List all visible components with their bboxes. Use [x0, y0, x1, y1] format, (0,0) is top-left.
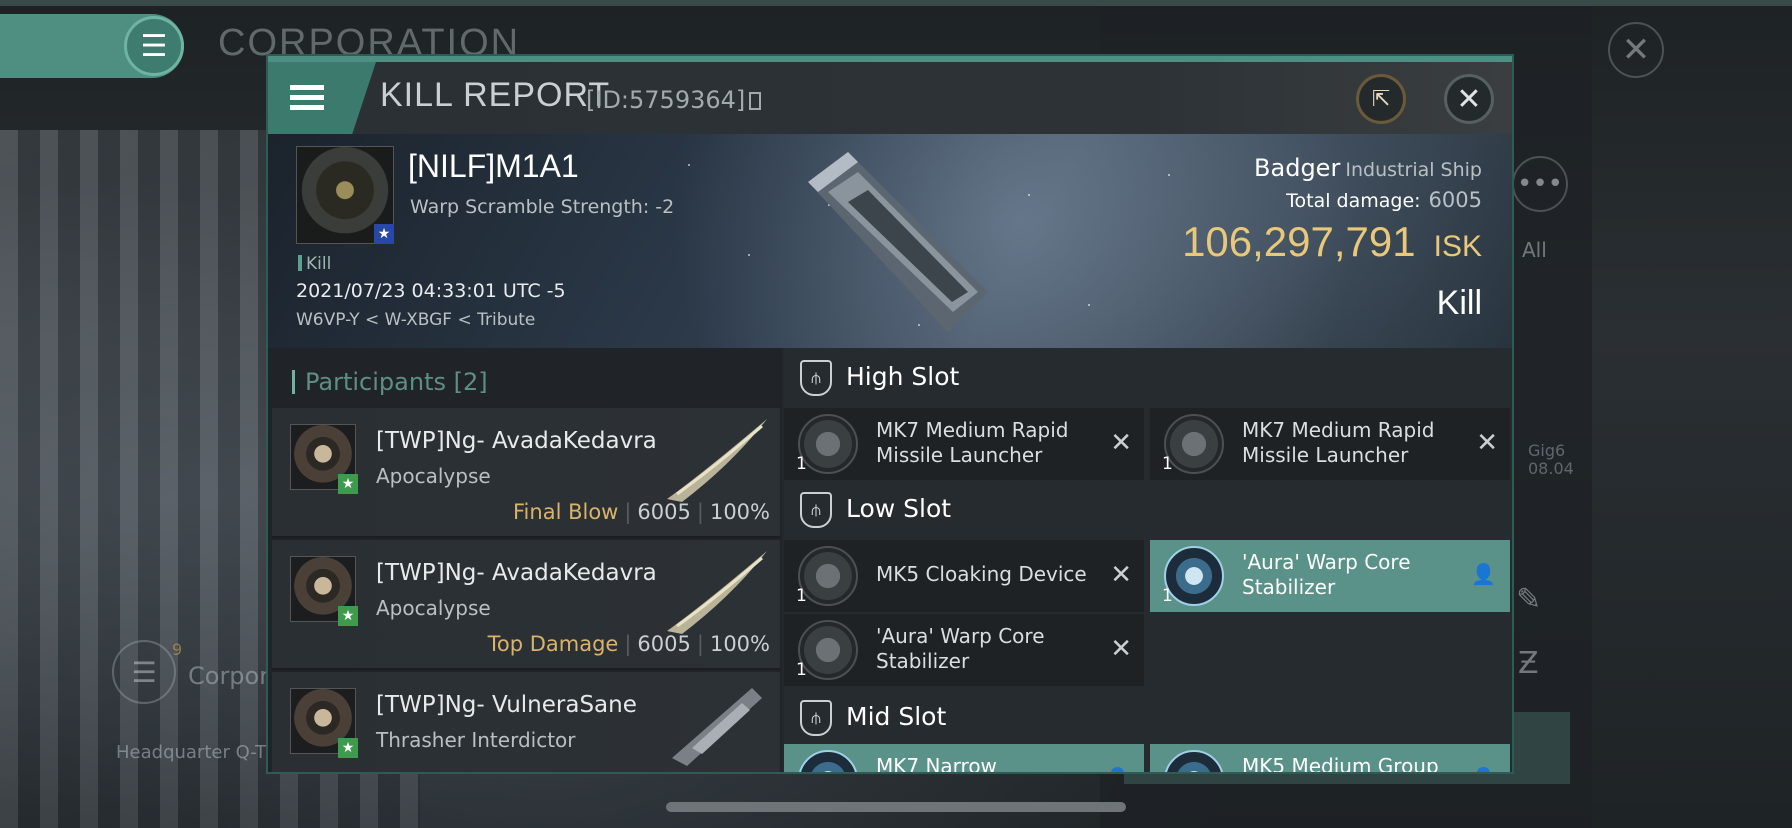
module-item[interactable]: MK5 Medium Group 👤	[1150, 744, 1510, 774]
copy-icon[interactable]	[749, 92, 762, 110]
modal-header: KILL REPORT [ID:5759364] ⇱ ✕	[268, 62, 1512, 134]
participant-ship: Apocalypse	[376, 464, 491, 488]
fitting-slots-panel: ⫛ High Slot 1 MK7 Medium Rapid Missile L…	[784, 348, 1512, 774]
close-icon: ✕	[1456, 81, 1482, 117]
module-quantity: 1	[1162, 586, 1173, 606]
high-slot-title: High Slot	[846, 362, 960, 391]
module-quantity: 1	[796, 454, 807, 474]
module-name: 'Aura' Warp Core Stabilizer	[1242, 550, 1411, 599]
module-icon	[1164, 750, 1224, 772]
participant-name: [TWP]Ng- VulneraSane	[376, 692, 637, 718]
module-name: MK7 Medium Rapid Missile Launcher	[1242, 418, 1435, 467]
warp-scramble-strength: Warp Scramble Strength: -2	[410, 196, 675, 218]
headquarter-label: Headquarter Q-T	[116, 742, 267, 763]
module-name: MK7 Narrow	[876, 754, 997, 774]
isk-value: 106,297,791 ISK	[1182, 218, 1482, 265]
participant-ship-image	[667, 551, 767, 634]
cloaking-device-icon	[798, 546, 858, 606]
participant-ship-image	[667, 419, 767, 502]
module-icon	[798, 750, 858, 772]
kill-tag: Kill	[298, 254, 331, 274]
module-item[interactable]: 1 MK7 Medium Rapid Missile Launcher ✕	[1150, 408, 1510, 480]
sleep-icon[interactable]: Ƶ	[1518, 646, 1539, 681]
low-slot-header: ⫛ Low Slot	[784, 480, 1512, 540]
module-name: 'Aura' Warp Core Stabilizer	[876, 624, 1045, 673]
share-icon: ⇱	[1371, 86, 1391, 112]
participant-ship-image	[672, 688, 762, 766]
low-slot-title: Low Slot	[846, 494, 952, 523]
report-id[interactable]: [ID:5759364]	[586, 86, 762, 114]
background-gig-label: Gig6 08.04	[1528, 441, 1574, 478]
low-slot-icon: ⫛	[800, 492, 832, 528]
missile-launcher-icon	[1164, 414, 1224, 474]
star-icon: ★	[374, 224, 394, 244]
module-item[interactable]: 1 MK7 Medium Rapid Missile Launcher ✕	[784, 408, 1144, 480]
destroyed-icon: ✕	[1110, 634, 1132, 664]
dropped-person-icon: 👤	[1471, 766, 1496, 772]
share-button[interactable]: ⇱	[1356, 74, 1406, 124]
participants-panel: Participants [2] ★ [TWP]Ng- AvadaKedavra…	[268, 348, 782, 772]
warp-core-stabilizer-icon	[798, 620, 858, 680]
participant-stats: Final Blow | 6005 | 100%	[513, 500, 770, 524]
ship-name: Badger Industrial Ship	[1254, 154, 1482, 182]
module-item[interactable]: 1 'Aura' Warp Core Stabilizer 👤	[1150, 540, 1510, 612]
participant-row[interactable]: ★ [TWP]Ng- AvadaKedavra Apocalypse Final…	[272, 408, 780, 538]
mid-slot-header: ⫛ Mid Slot	[784, 688, 1512, 748]
warp-core-stabilizer-icon	[1164, 546, 1224, 606]
participant-name: [TWP]Ng- AvadaKedavra	[376, 560, 657, 586]
missile-launcher-icon	[798, 414, 858, 474]
mid-slot-title: Mid Slot	[846, 702, 947, 731]
dropped-person-icon: 👤	[1105, 766, 1130, 772]
module-item[interactable]: 1 'Aura' Warp Core Stabilizer ✕	[784, 614, 1144, 686]
kill-location: W6VP-Y < W-XBGF < Tribute	[296, 310, 536, 330]
participant-ship: Apocalypse	[376, 596, 491, 620]
star-icon: ★	[338, 606, 358, 626]
module-item[interactable]: MK7 Narrow 👤	[784, 744, 1144, 774]
background-menu-icon[interactable]: ☰	[124, 16, 184, 76]
module-name: MK7 Medium Rapid Missile Launcher	[876, 418, 1069, 467]
participant-row[interactable]: ★ [TWP]Ng- AvadaKedavra Apocalypse Top D…	[272, 540, 780, 670]
kill-report-modal: KILL REPORT [ID:5759364] ⇱ ✕ ★ [NILF]M1A…	[266, 54, 1514, 774]
star-icon: ★	[338, 474, 358, 494]
star-icon: ★	[338, 738, 358, 758]
high-slot-icon: ⫛	[800, 360, 832, 396]
hamburger-icon	[290, 85, 324, 111]
module-quantity: 1	[1162, 454, 1173, 474]
home-indicator-bar[interactable]	[666, 802, 1126, 812]
dropped-person-icon: 👤	[1471, 562, 1496, 586]
mid-slot-icon: ⫛	[800, 700, 832, 736]
module-quantity: 1	[796, 586, 807, 606]
close-button[interactable]: ✕	[1444, 74, 1494, 124]
high-slot-header: ⫛ High Slot	[784, 348, 1512, 408]
participants-heading: Participants [2]	[292, 368, 488, 396]
kill-summary-banner: ★ [NILF]M1A1 Warp Scramble Strength: -2 …	[268, 134, 1512, 348]
participant-ship: Thrasher Interdictor	[376, 728, 576, 752]
participant-stats: Top Damage | 6005 | 100%	[487, 632, 770, 656]
destroyed-icon: ✕	[1110, 428, 1132, 458]
total-damage: Total damage: 6005	[1286, 188, 1482, 212]
module-name: MK5 Medium Group	[1242, 754, 1439, 774]
background-all-label[interactable]: All	[1522, 238, 1547, 262]
destroyed-icon: ✕	[1110, 560, 1132, 590]
corporation-badge: 9	[172, 640, 183, 659]
modal-title: KILL REPORT	[380, 76, 611, 114]
victim-ship-image[interactable]	[788, 142, 1008, 342]
background-close-icon[interactable]: ✕	[1608, 22, 1664, 78]
module-quantity: 1	[796, 660, 807, 680]
kill-datetime: 2021/07/23 04:33:01 UTC -5	[296, 280, 566, 302]
victim-name[interactable]: [NILF]M1A1	[408, 148, 579, 185]
participant-row[interactable]: ★ [TWP]Ng- VulneraSane Thrasher Interdic…	[272, 672, 780, 772]
result-label: Kill	[1436, 284, 1482, 322]
module-item[interactable]: 1 MK5 Cloaking Device ✕	[784, 540, 1144, 612]
more-options-icon[interactable]: •••	[1512, 156, 1568, 212]
module-name: MK5 Cloaking Device	[876, 562, 1087, 586]
edit-icon[interactable]: ✎	[1516, 582, 1541, 617]
destroyed-icon: ✕	[1476, 428, 1498, 458]
corporation-menu-icon[interactable]: ☰	[112, 640, 176, 704]
participant-name: [TWP]Ng- AvadaKedavra	[376, 428, 657, 454]
modal-menu-button[interactable]	[268, 62, 376, 134]
